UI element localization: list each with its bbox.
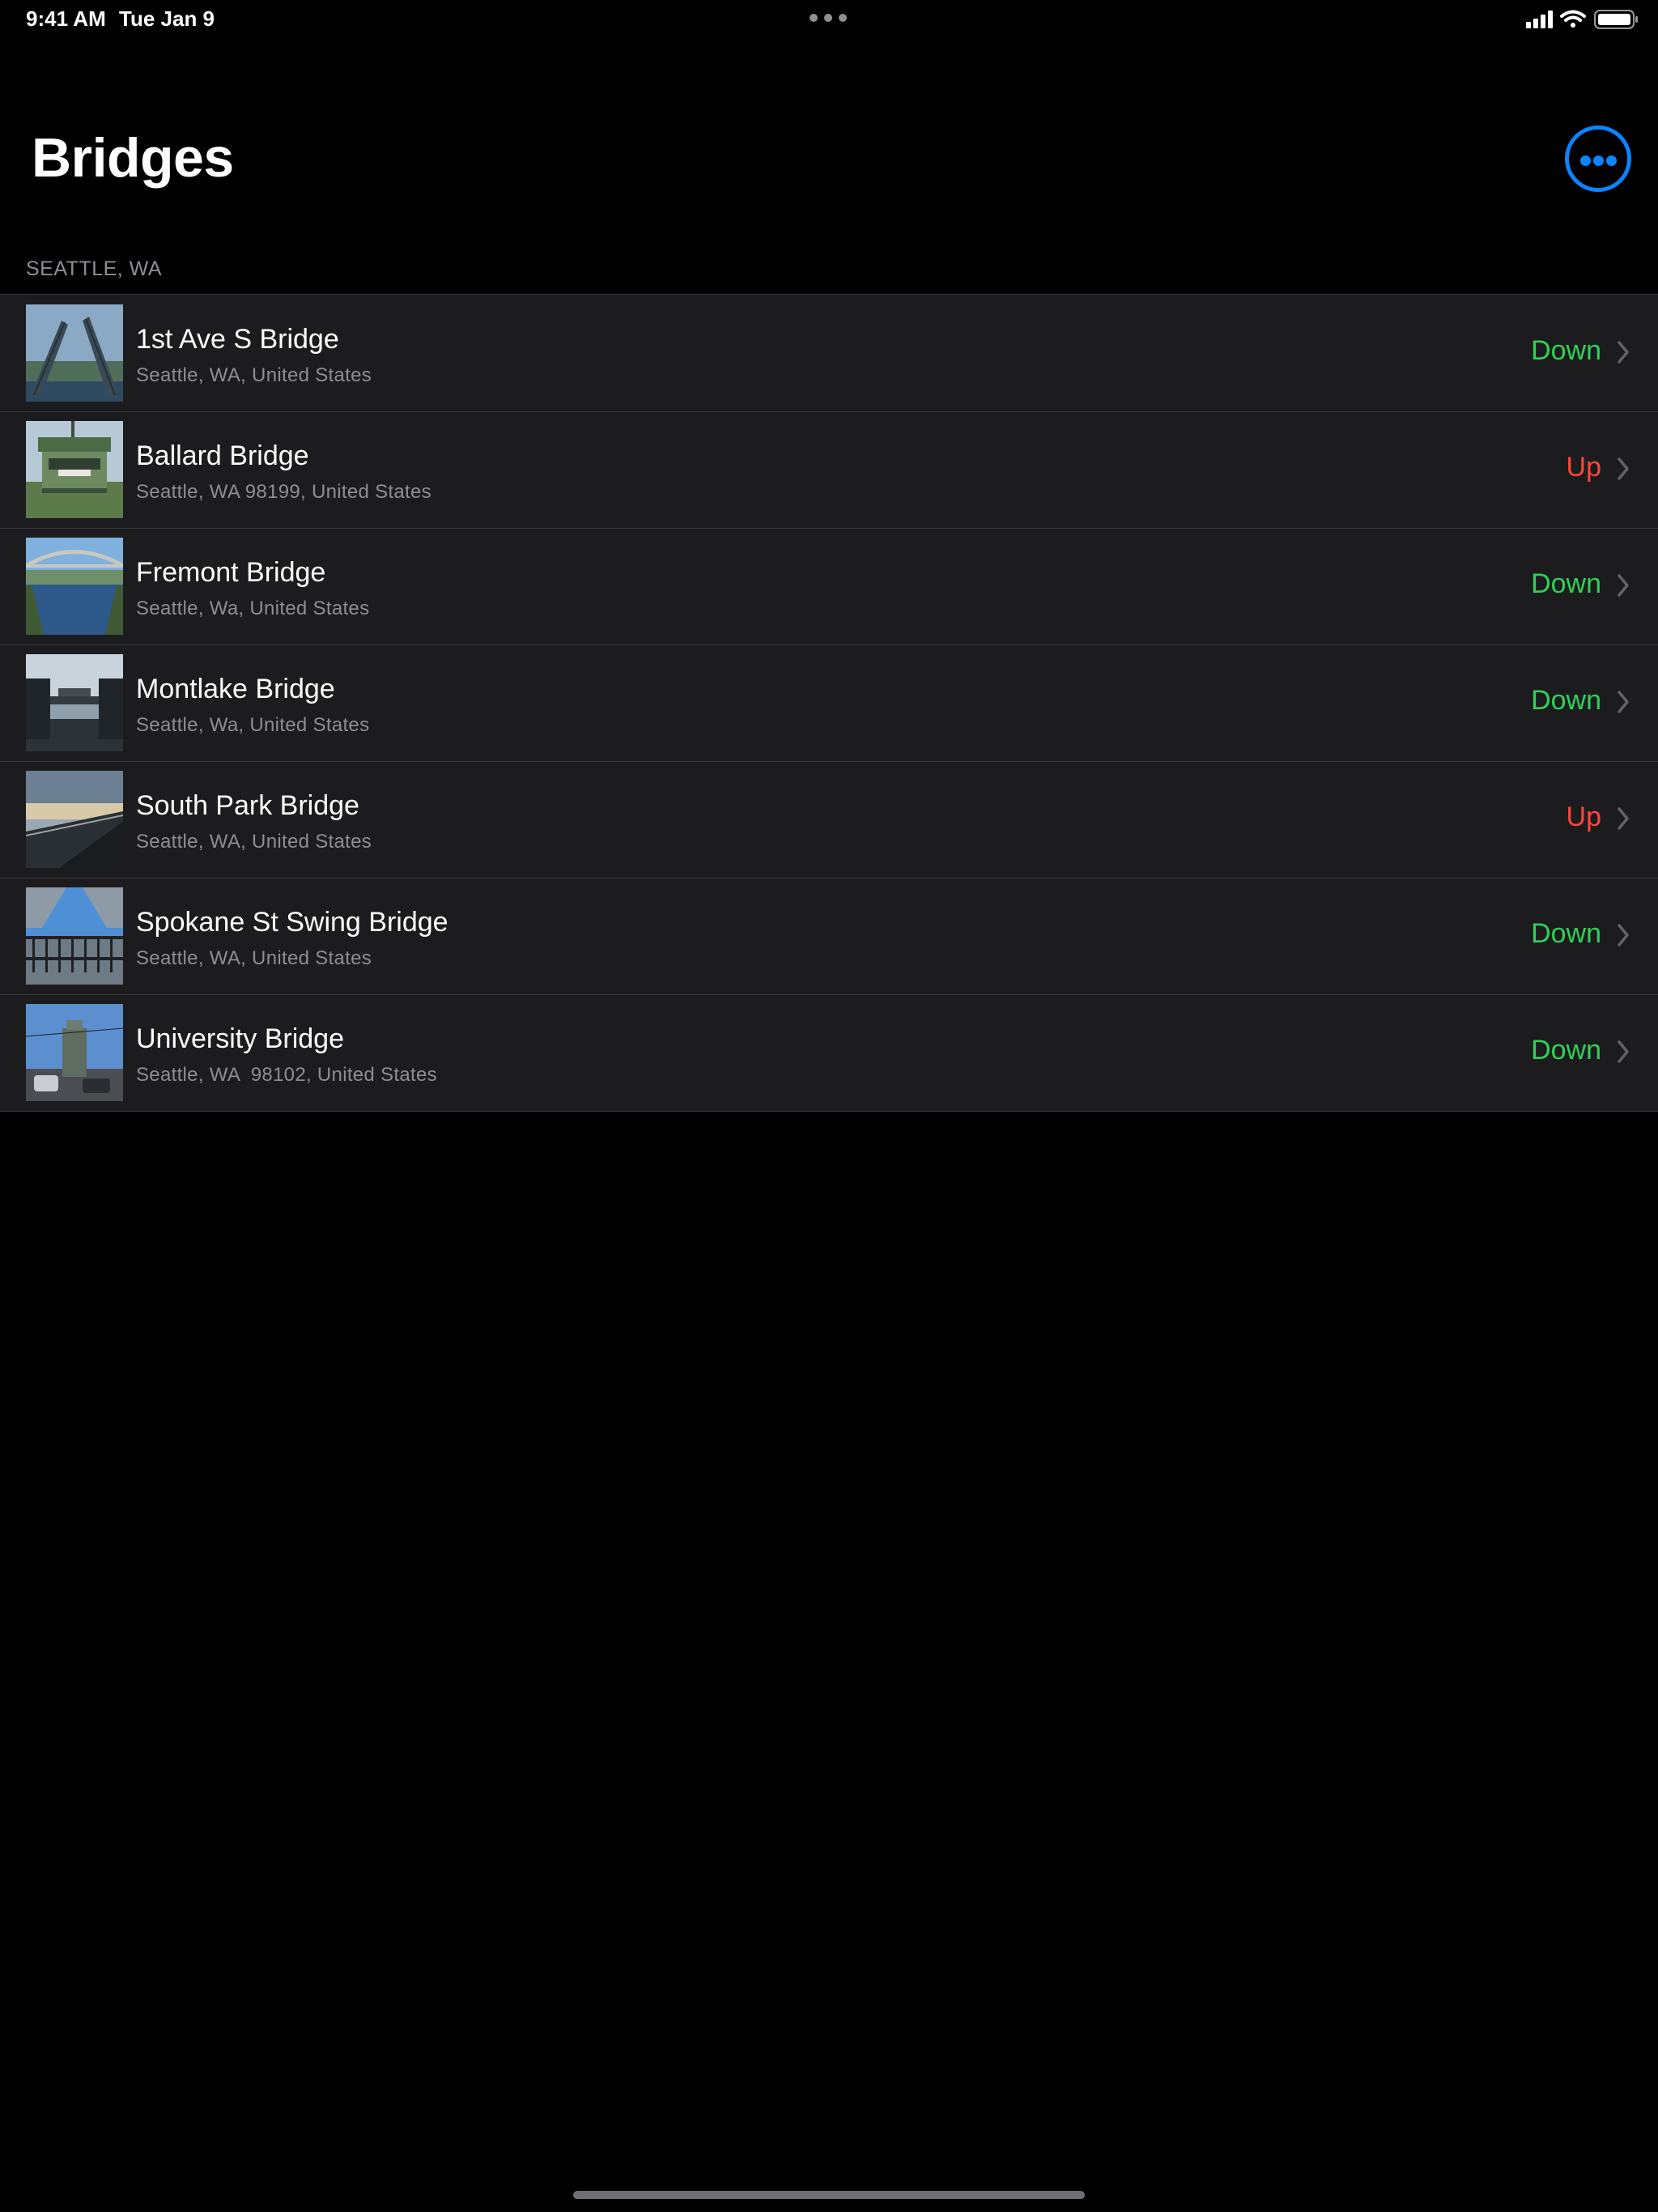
- bridge-name: Ballard Bridge: [136, 440, 309, 471]
- status-time: 9:41 AM: [26, 6, 106, 31]
- bridge-status: Up: [1566, 452, 1601, 483]
- bridge-row[interactable]: 1st Ave S Bridge Seattle, WA, United Sta…: [0, 295, 1658, 411]
- bridge-row[interactable]: Ballard Bridge Seattle, WA 98199, United…: [0, 411, 1658, 528]
- bridge-name: Fremont Bridge: [136, 557, 326, 588]
- bridge-list: 1st Ave S Bridge Seattle, WA, United Sta…: [0, 294, 1658, 1112]
- cellular-signal-icon: [1526, 11, 1553, 28]
- chevron-right-icon: [1618, 691, 1629, 713]
- section-header: SEATTLE, WA: [26, 257, 163, 280]
- wifi-icon: [1560, 10, 1586, 28]
- bridge-thumbnail: [26, 304, 123, 402]
- bridge-row[interactable]: Montlake Bridge Seattle, Wa, United Stat…: [0, 644, 1658, 761]
- bridge-name: South Park Bridge: [136, 790, 359, 821]
- bridge-address: Seattle, WA, United States: [136, 831, 372, 853]
- bridge-name: University Bridge: [136, 1023, 344, 1054]
- bridge-status: Down: [1531, 685, 1601, 716]
- bridge-address: Seattle, Wa, United States: [136, 598, 370, 619]
- bridge-status: Down: [1531, 335, 1601, 366]
- bridge-row[interactable]: University Bridge Seattle, WA 98102, Uni…: [0, 994, 1658, 1111]
- bridge-status: Up: [1566, 802, 1601, 832]
- bridge-thumbnail: [26, 421, 123, 518]
- status-icons: [1526, 8, 1639, 31]
- bridge-status: Down: [1531, 918, 1601, 949]
- page-title: Bridges: [32, 127, 234, 189]
- bridge-thumbnail: [26, 1004, 123, 1101]
- bridge-row[interactable]: South Park Bridge Seattle, WA, United St…: [0, 761, 1658, 878]
- more-options-button[interactable]: [1565, 125, 1631, 192]
- bridge-address: Seattle, WA 98199, United States: [136, 481, 432, 503]
- status-bar: 9:41 AM Tue Jan 9: [0, 0, 1658, 39]
- chevron-right-icon: [1618, 807, 1629, 830]
- bridge-row[interactable]: Fremont Bridge Seattle, Wa, United State…: [0, 528, 1658, 644]
- multitasking-icon[interactable]: [810, 14, 848, 23]
- battery-icon: [1594, 10, 1638, 29]
- chevron-right-icon: [1618, 457, 1629, 480]
- bridge-thumbnail: [26, 771, 123, 868]
- chevron-right-icon: [1618, 924, 1629, 946]
- bridge-thumbnail: [26, 887, 123, 985]
- bridge-address: Seattle, WA, United States: [136, 364, 372, 386]
- chevron-right-icon: [1618, 341, 1629, 364]
- bridge-status: Down: [1531, 568, 1601, 599]
- home-indicator[interactable]: [573, 2191, 1085, 2199]
- bridge-address: Seattle, Wa, United States: [136, 714, 370, 736]
- bridge-row[interactable]: Spokane St Swing Bridge Seattle, WA, Uni…: [0, 878, 1658, 994]
- bridge-status: Down: [1531, 1035, 1601, 1066]
- bridge-name: Spokane St Swing Bridge: [136, 907, 449, 938]
- bridge-address: Seattle, WA 98102, United States: [136, 1064, 437, 1086]
- bridge-name: Montlake Bridge: [136, 674, 335, 704]
- chevron-right-icon: [1618, 1040, 1629, 1063]
- bridge-address: Seattle, WA, United States: [136, 947, 372, 969]
- status-date: Tue Jan 9: [119, 6, 215, 31]
- bridge-thumbnail: [26, 654, 123, 751]
- bridge-thumbnail: [26, 538, 123, 635]
- bridge-name: 1st Ave S Bridge: [136, 324, 339, 355]
- chevron-right-icon: [1618, 574, 1629, 597]
